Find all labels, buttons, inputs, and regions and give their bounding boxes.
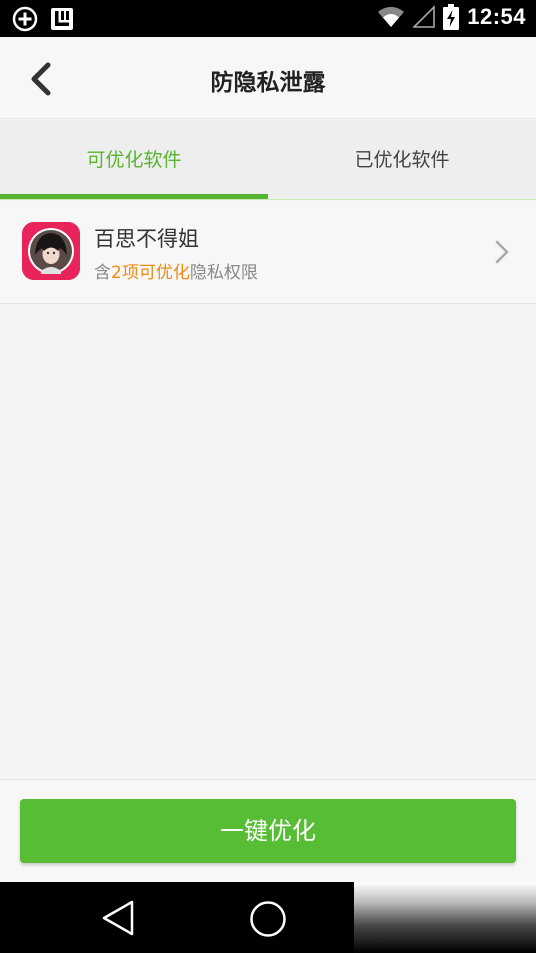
status-right-icons: 12:54 [377,4,526,30]
system-nav-bar [0,882,536,953]
chevron-right-icon [495,240,509,264]
app-permission-summary: 含2项可优化隐私权限 [94,258,258,283]
status-bar: 12:54 [0,0,536,37]
page-title: 防隐私泄露 [210,70,326,96]
list-item[interactable]: 百思不得姐 含2项可优化隐私权限 [0,201,536,304]
tab-indicator [0,194,268,199]
app-notification-icon [51,8,73,30]
nav-recents-icon[interactable] [354,882,536,953]
nav-back-icon[interactable] [100,899,136,937]
nav-home-icon[interactable] [249,900,287,938]
tab-optimized[interactable]: 已优化软件 [268,120,536,200]
app-avatar-icon [22,222,80,280]
tab-bar: 可优化软件 已优化软件 [0,120,536,200]
add-circle-icon [12,6,38,32]
header-bar: 防隐私泄露 [0,37,536,119]
battery-charging-icon [443,4,460,30]
optimizable-count: 2项可优化 [111,263,190,283]
wifi-icon [378,6,405,28]
signal-icon [413,5,436,28]
bottom-action-bar: 一键优化 [0,779,536,882]
status-left-icons [12,6,74,32]
tab-optimizable[interactable]: 可优化软件 [0,120,268,200]
app-name: 百思不得姐 [94,227,199,251]
optimize-all-button[interactable]: 一键优化 [20,799,516,863]
empty-content-area [0,304,536,779]
desc-suffix: 隐私权限 [189,263,258,283]
status-time: 12:54 [467,4,526,29]
desc-prefix: 含 [94,263,111,283]
